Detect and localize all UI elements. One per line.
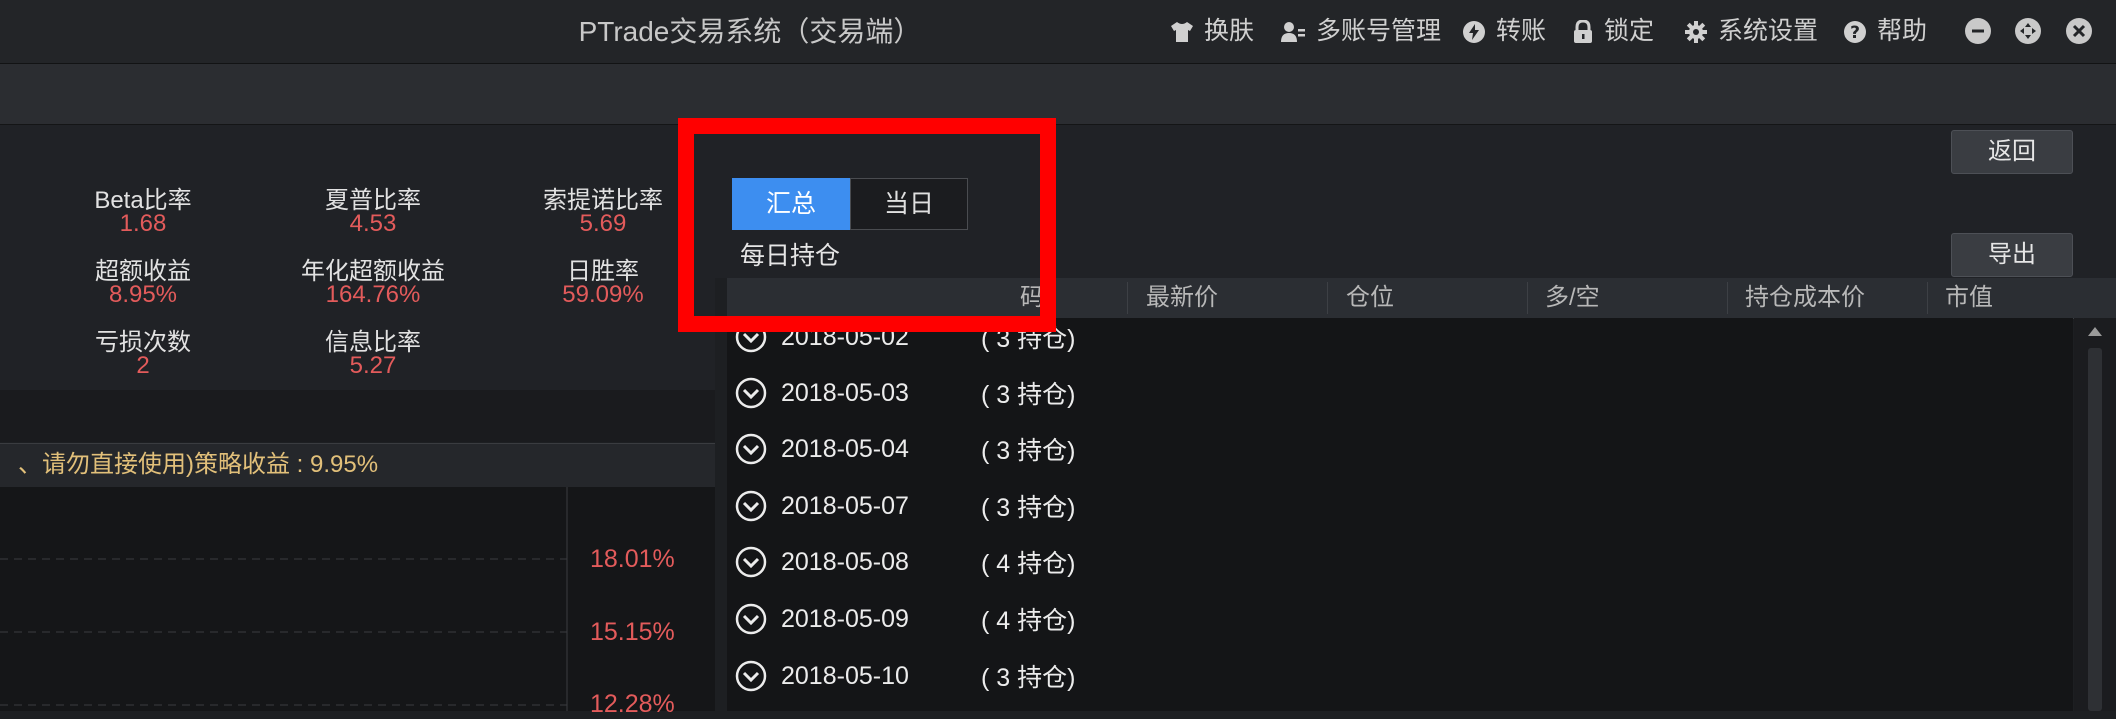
row-date: 2018-05-07 xyxy=(781,491,909,520)
settings-menu-item[interactable]: 系统设置 xyxy=(1684,0,1818,63)
close-button[interactable] xyxy=(2066,18,2092,44)
column-header[interactable]: 最新价 xyxy=(1146,278,1218,318)
metric-value: 5.27 xyxy=(349,352,397,379)
return-chart xyxy=(0,487,715,711)
expand-chevron-icon[interactable] xyxy=(735,603,767,635)
table-row[interactable]: 2018-05-04 ( 3 持仓) xyxy=(735,421,1075,477)
column-divider xyxy=(1327,282,1328,314)
column-divider xyxy=(1527,282,1528,314)
chart-grid xyxy=(0,487,568,711)
highlight-box xyxy=(678,118,1056,332)
expand-chevron-icon[interactable] xyxy=(735,377,767,409)
expand-chevron-icon[interactable] xyxy=(735,433,767,465)
help-label: 帮助 xyxy=(1877,17,1928,45)
gear-icon xyxy=(1685,20,1707,43)
lock-menu-item[interactable]: 锁定 xyxy=(1572,0,1654,63)
row-position-count: ( 3 持仓) xyxy=(981,664,1076,692)
column-header[interactable]: 多/空 xyxy=(1545,278,1600,318)
axis-tick-label: 15.15% xyxy=(590,618,675,646)
row-date: 2018-05-04 xyxy=(781,434,909,463)
minimize-button[interactable] xyxy=(1965,18,1991,44)
left-header-strip xyxy=(0,125,715,178)
row-position-count: ( 3 持仓) xyxy=(981,437,1076,465)
help-menu-item[interactable]: ? 帮助 xyxy=(1843,0,1927,63)
metric-value: 4.53 xyxy=(349,210,397,237)
row-date: 2018-05-03 xyxy=(781,378,909,407)
column-divider xyxy=(1727,282,1728,314)
metric-value: 164.76% xyxy=(325,281,421,308)
table-row[interactable]: 2018-05-10 ( 3 持仓) xyxy=(735,648,1075,704)
scroll-track[interactable] xyxy=(2088,348,2102,711)
column-divider xyxy=(1927,282,1928,314)
sub-toolbar xyxy=(0,64,2116,125)
lightning-icon xyxy=(1463,20,1485,43)
transfer-label: 转账 xyxy=(1496,17,1547,45)
column-header[interactable]: 持仓成本价 xyxy=(1745,278,1865,318)
skin-label: 换肤 xyxy=(1204,17,1255,45)
lock-label: 锁定 xyxy=(1604,17,1655,45)
column-divider xyxy=(1127,282,1128,314)
scroll-up-icon[interactable] xyxy=(2074,318,2116,348)
expand-chevron-icon[interactable] xyxy=(735,660,767,692)
lock-icon xyxy=(1574,19,1592,43)
svg-text:?: ? xyxy=(1850,23,1860,43)
table-row[interactable]: 2018-05-07 ( 3 持仓) xyxy=(735,478,1075,534)
column-header[interactable]: 市值 xyxy=(1945,278,1993,318)
metric-value: 8.95% xyxy=(108,281,178,308)
minimize-icon xyxy=(1972,29,1984,33)
expand-icon xyxy=(2020,23,2036,39)
expand-chevron-icon[interactable] xyxy=(735,546,767,578)
metric-value: 2 xyxy=(136,352,150,379)
row-position-count: ( 4 持仓) xyxy=(981,550,1076,578)
axis-tick-label: 18.01% xyxy=(590,545,675,573)
maximize-button[interactable] xyxy=(2015,18,2041,44)
transfer-menu-item[interactable]: 转账 xyxy=(1462,0,1546,63)
metric-value: 1.68 xyxy=(119,210,167,237)
vertical-scrollbar[interactable] xyxy=(2074,318,2116,711)
multi-account-label: 多账号管理 xyxy=(1316,17,1442,45)
export-button[interactable]: 导出 xyxy=(1951,233,2073,277)
window-title: PTrade交易系统（交易端） xyxy=(578,16,922,47)
row-position-count: ( 3 持仓) xyxy=(981,494,1076,522)
row-date: 2018-05-08 xyxy=(781,547,909,576)
column-header[interactable]: 仓位 xyxy=(1346,278,1394,318)
settings-label: 系统设置 xyxy=(1718,17,1819,45)
shirt-icon xyxy=(1171,21,1193,42)
table-row[interactable]: 2018-05-03 ( 3 持仓) xyxy=(735,365,1075,421)
table-row[interactable]: 2018-05-08 ( 4 持仓) xyxy=(735,534,1075,590)
row-position-count: ( 3 持仓) xyxy=(981,381,1076,409)
back-button[interactable]: 返回 xyxy=(1951,130,2073,174)
multi-account-menu-item[interactable]: 多账号管理 xyxy=(1280,0,1441,63)
row-date: 2018-05-10 xyxy=(781,661,909,690)
close-icon xyxy=(2072,24,2086,38)
table-row[interactable]: 2018-05-09 ( 4 持仓) xyxy=(735,591,1075,647)
strategy-return-text: 、请勿直接使用)策略收益 : 9.95% xyxy=(18,451,379,478)
metrics-spacer xyxy=(0,390,715,442)
expand-chevron-icon[interactable] xyxy=(735,490,767,522)
help-icon: ? xyxy=(1844,20,1866,43)
user-manage-icon xyxy=(1281,21,1305,42)
row-position-count: ( 4 持仓) xyxy=(981,607,1076,635)
row-date: 2018-05-09 xyxy=(781,604,909,633)
skin-menu-item[interactable]: 换肤 xyxy=(1170,0,1254,63)
axis-tick-label: 12.28% xyxy=(590,690,675,718)
